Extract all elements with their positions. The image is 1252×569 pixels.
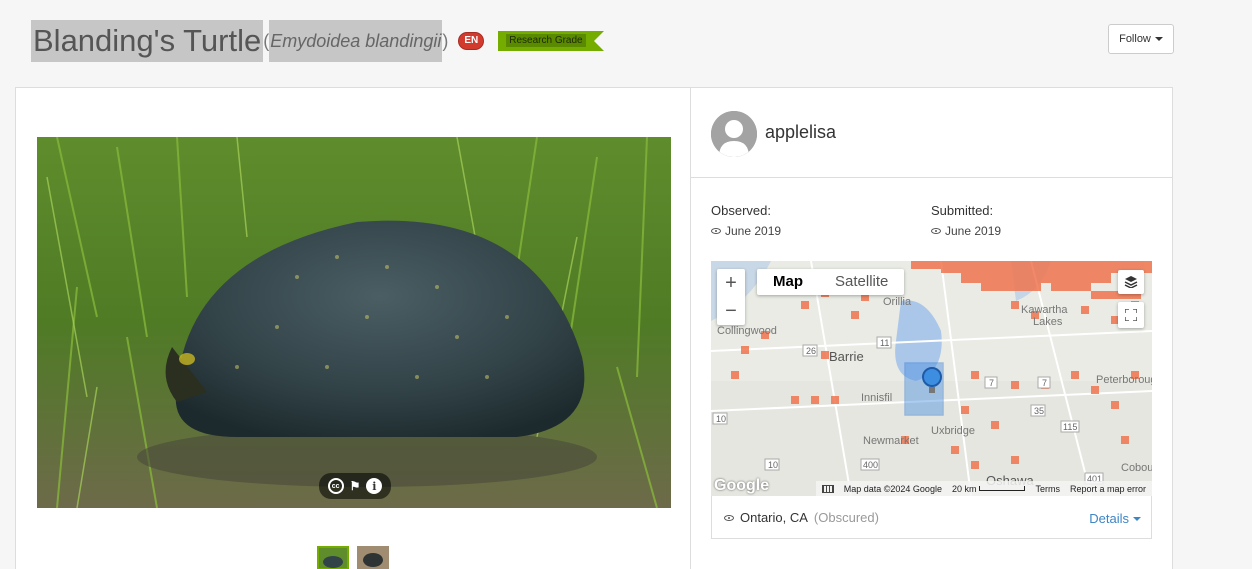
map-label-barrie: Barrie [829,349,864,364]
svg-text:400: 400 [863,460,878,470]
endangered-status-badge[interactable]: EN [458,32,485,50]
map-label-newmarket: Newmarket [863,435,919,447]
map-label-collingwood: Collingwood [717,325,777,337]
map-footer: Google Map data ©2024 Google 20 km Terms… [711,477,1152,496]
chevron-down-icon [1133,516,1141,521]
layers-button[interactable] [1118,270,1144,294]
terms-link[interactable]: Terms [1035,484,1060,494]
photo-controls: cc ⚑ i [319,473,391,499]
eye-icon [931,228,941,234]
svg-text:26: 26 [806,346,816,356]
observed-label: Observed: [711,203,771,218]
zoom-out-button[interactable]: − [717,297,745,325]
cc-license-icon[interactable]: cc [327,478,344,494]
common-name: Blanding's Turtle [31,20,264,62]
quality-grade-label: Research Grade [506,34,586,47]
map-type-toggle: Map Satellite [757,269,905,295]
submitted-date: June 2019 [945,224,1002,238]
observed-date: June 2019 [725,224,782,238]
map-type-map-button[interactable]: Map [757,269,819,295]
thumbnail-turtle-icon [357,546,389,569]
details-label: Details [1089,511,1129,526]
eye-icon [711,228,721,234]
svg-text:7: 7 [989,378,994,388]
map-label-kawartha: Kawartha [1021,304,1068,316]
follow-label: Follow [1119,33,1151,45]
observation-photo[interactable]: cc ⚑ i [37,137,671,508]
map-scale[interactable]: 20 km [952,484,1026,494]
scale-label: 20 km [951,483,977,494]
scientific-name: Emydoidea blandingii [269,20,443,62]
map-label-innisfil: Innisfil [861,392,892,404]
observation-header: Blanding's Turtle ( Emydoidea blandingii… [31,20,604,62]
report-map-error-link[interactable]: Report a map error [1070,484,1146,494]
ribbon-tail [593,31,604,51]
location-footer: Ontario, CA (Obscured) Details [711,496,1152,539]
svg-text:10: 10 [716,414,726,424]
keyboard-icon[interactable] [821,484,834,493]
zoom-controls: + − [717,269,745,325]
map-label-uxbridge: Uxbridge [931,425,975,437]
flag-icon[interactable]: ⚑ [350,479,361,493]
photo-thumbnail-2[interactable] [357,546,389,569]
svg-text:7: 7 [1042,378,1047,388]
map-label-orillia: Orillia [883,296,912,308]
svg-text:35: 35 [1034,406,1044,416]
fullscreen-icon [1125,309,1137,321]
map-type-satellite-button[interactable]: Satellite [819,269,904,295]
map-data-text: Map data ©2024 Google [843,483,942,494]
fullscreen-button[interactable] [1118,302,1144,328]
svg-text:10: 10 [768,460,778,470]
layers-icon [1124,276,1138,288]
scale-bar [979,486,1026,491]
chevron-down-icon [1154,37,1163,41]
map-attribution: Map data ©2024 Google 20 km Terms Report… [815,481,1152,496]
observation-page: Blanding's Turtle ( Emydoidea blandingii… [0,0,1252,569]
location-info: Ontario, CA (Obscured) [724,510,879,525]
map-label-peterborough: Peterborough [1096,374,1152,386]
info-icon[interactable]: i [366,478,383,494]
map-canvas: Orillia Kawartha Lakes Collingwood Barri… [711,261,1152,496]
svg-text:11: 11 [880,338,889,348]
photo-thumbnail-1[interactable] [317,546,349,569]
photo-panel: cc ⚑ i [15,87,691,569]
user-silhouette-icon [711,111,757,157]
turtle-photo-icon [37,137,671,508]
eye-icon [724,514,734,521]
paren-close: ) [442,31,449,51]
details-dropdown[interactable]: Details [1089,511,1141,526]
svg-text:115: 115 [1063,422,1077,432]
follow-button[interactable]: Follow [1108,24,1174,54]
observation-details-panel: applelisa Observed: June 2019 Submitted:… [690,87,1173,569]
observer-username[interactable]: applelisa [765,122,836,143]
thumbnail-turtle-icon [319,548,347,568]
quality-grade-badge[interactable]: Research Grade [498,31,604,51]
observer-row: applelisa [691,88,1172,178]
location-map[interactable]: Orillia Kawartha Lakes Collingwood Barri… [711,261,1152,496]
submitted-label: Submitted: [931,203,994,218]
location-obscured-note: (Obscured) [813,510,879,525]
google-logo[interactable]: Google [714,477,769,495]
observed-date-block: Observed: June 2019 [711,203,781,238]
map-label-cobour: Cobour [1121,462,1152,474]
map-label-lakes: Lakes [1033,316,1063,328]
location-place: Ontario, CA [740,510,808,525]
zoom-in-button[interactable]: + [717,269,745,297]
avatar[interactable] [711,111,757,157]
submitted-date-block: Submitted: June 2019 [931,203,1001,238]
